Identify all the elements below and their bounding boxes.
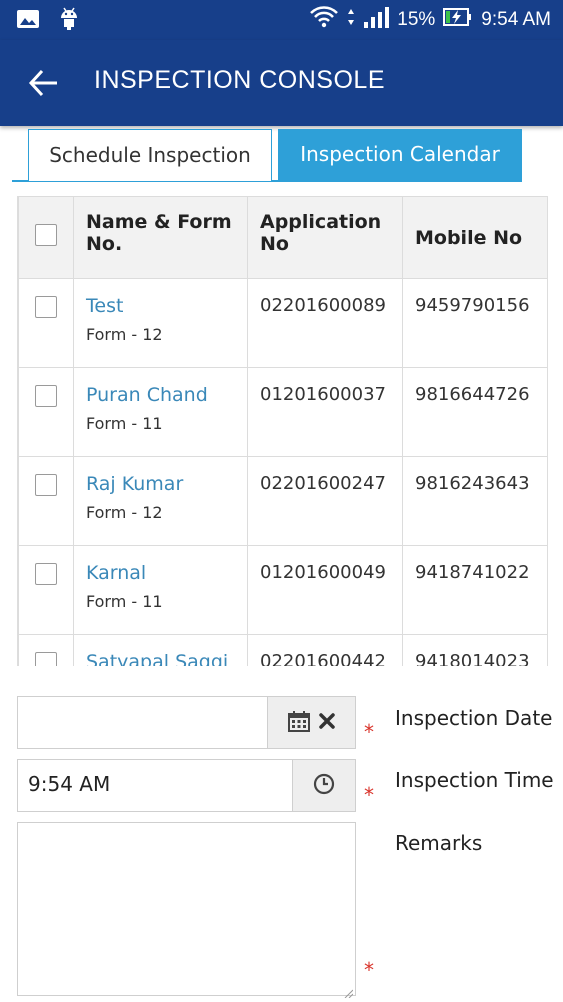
row-checkbox[interactable] bbox=[35, 652, 57, 666]
battery-percent: 15% bbox=[397, 9, 436, 30]
date-picker-addon[interactable] bbox=[267, 696, 356, 749]
application-no: 02201600089 bbox=[247, 278, 403, 368]
header-application-no: Application No bbox=[247, 196, 403, 279]
wifi-icon bbox=[309, 5, 339, 35]
table-row: Karnal Form - 11 01201600049 9418741022 bbox=[18, 545, 547, 635]
row-checkbox[interactable] bbox=[35, 474, 57, 496]
calendar-icon[interactable] bbox=[287, 710, 310, 736]
applications-table: Name & Form No. Application No Mobile No… bbox=[18, 196, 547, 666]
remarks-required-marker: * bbox=[364, 958, 374, 982]
table-header-row: Name & Form No. Application No Mobile No bbox=[18, 196, 547, 279]
row-checkbox[interactable] bbox=[35, 296, 57, 318]
remarks-label: Remarks bbox=[395, 831, 483, 855]
applicant-name-link[interactable]: Puran Chand bbox=[86, 384, 235, 406]
form-number: Form - 12 bbox=[86, 503, 163, 522]
app-bar: INSPECTION CONSOLE bbox=[0, 40, 563, 126]
inspection-time-value: 9:54 AM bbox=[28, 772, 111, 796]
mobile-no: 9816644726 bbox=[402, 367, 547, 457]
inspection-date-label: Inspection Date bbox=[395, 706, 553, 730]
inspection-time-required-marker: * bbox=[364, 783, 374, 807]
page-title: INSPECTION CONSOLE bbox=[94, 66, 385, 94]
header-name-form: Name & Form No. bbox=[73, 196, 248, 279]
application-no: 01201600037 bbox=[247, 367, 403, 457]
image-notification-icon bbox=[16, 9, 40, 33]
tab-schedule-inspection[interactable]: Schedule Inspection bbox=[28, 129, 272, 181]
inspection-date-input[interactable] bbox=[17, 696, 268, 749]
inspection-time-label: Inspection Time bbox=[395, 768, 554, 792]
inspection-time-input[interactable]: 9:54 AM bbox=[17, 759, 293, 812]
clear-date-icon[interactable] bbox=[318, 712, 336, 734]
mobile-no: 9816243643 bbox=[402, 456, 547, 546]
row-checkbox[interactable] bbox=[35, 563, 57, 585]
table-row: Raj Kumar Form - 12 02201600247 981624364… bbox=[18, 456, 547, 546]
clock-time: 9:54 AM bbox=[481, 9, 551, 30]
table-row: Puran Chand Form - 11 01201600037 9816644… bbox=[18, 367, 547, 457]
header-mobile-no: Mobile No bbox=[402, 196, 547, 279]
back-arrow-icon[interactable] bbox=[28, 68, 60, 98]
inspection-date-required-marker: * bbox=[364, 720, 374, 744]
battery-charging-icon bbox=[443, 6, 473, 34]
signal-icon bbox=[363, 6, 390, 34]
applicant-name-link[interactable]: Raj Kumar bbox=[86, 473, 235, 495]
application-no: 01201600049 bbox=[247, 545, 403, 635]
applications-table-scroll[interactable]: Name & Form No. Application No Mobile No… bbox=[17, 196, 548, 666]
time-picker-addon[interactable] bbox=[292, 759, 356, 812]
mobile-no: 9418741022 bbox=[402, 545, 547, 635]
android-notification-icon bbox=[58, 7, 80, 35]
clock-icon[interactable] bbox=[313, 773, 335, 799]
data-transfer-icon bbox=[347, 7, 355, 33]
form-number: Form - 12 bbox=[86, 325, 163, 344]
mobile-no: 9418014023 bbox=[402, 634, 547, 666]
table-row: Satyapal Saggi 02201600442 9418014023 bbox=[18, 634, 547, 666]
resize-handle-icon[interactable] bbox=[343, 983, 354, 999]
remarks-textarea[interactable] bbox=[17, 822, 356, 999]
tab-inspection-calendar[interactable]: Inspection Calendar bbox=[278, 129, 522, 180]
select-all-cell bbox=[18, 196, 74, 279]
status-bar: 15% 9:54 AM bbox=[0, 0, 563, 40]
mobile-no: 9459790156 bbox=[402, 278, 547, 368]
tab-bar: Schedule Inspection Inspection Calendar bbox=[0, 127, 563, 183]
select-all-checkbox[interactable] bbox=[35, 224, 57, 246]
form-number: Form - 11 bbox=[86, 414, 163, 433]
application-no: 02201600247 bbox=[247, 456, 403, 546]
applicant-name-link[interactable]: Karnal bbox=[86, 562, 235, 584]
applicant-name-link[interactable]: Satyapal Saggi bbox=[86, 651, 235, 666]
form-number: Form - 11 bbox=[86, 592, 163, 611]
application-no: 02201600442 bbox=[247, 634, 403, 666]
table-row: Test Form - 12 02201600089 9459790156 bbox=[18, 278, 547, 368]
row-checkbox[interactable] bbox=[35, 385, 57, 407]
applicant-name-link[interactable]: Test bbox=[86, 295, 235, 317]
